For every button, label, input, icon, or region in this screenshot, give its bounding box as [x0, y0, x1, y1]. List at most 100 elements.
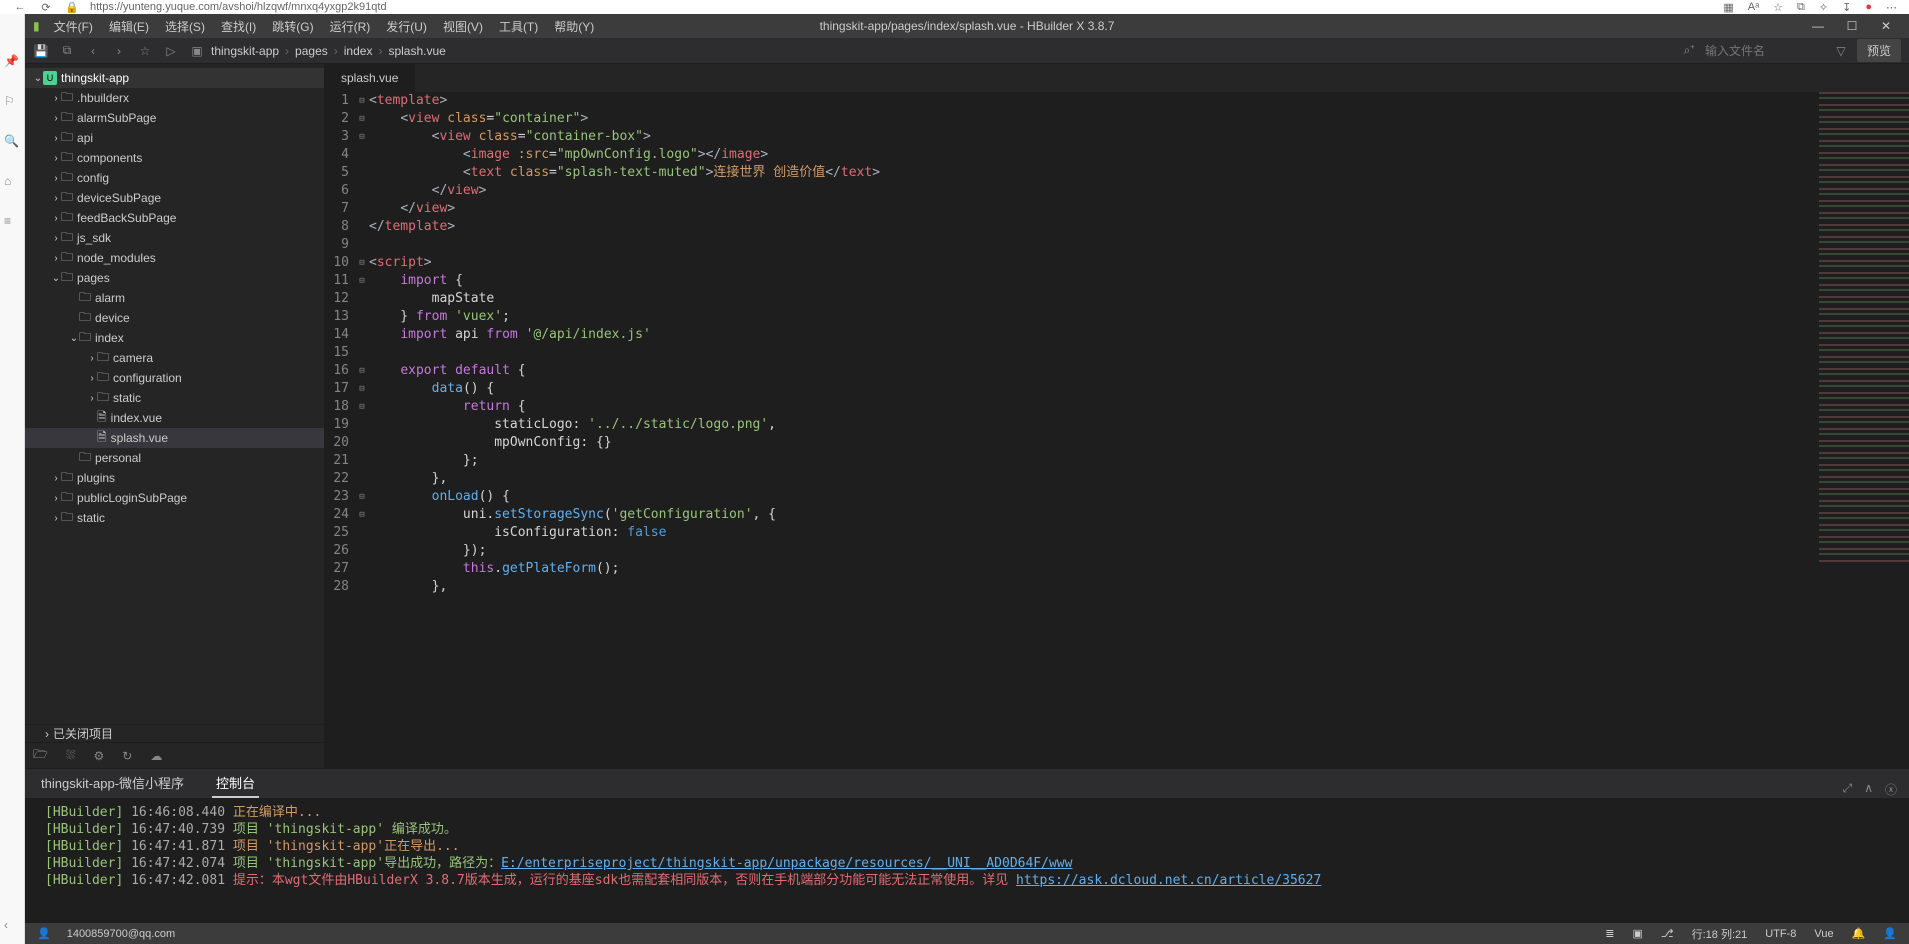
close-button[interactable]: ✕ [1871, 19, 1901, 33]
save-icon[interactable]: 💾 [33, 43, 49, 59]
code-content[interactable]: <template> <view class="container"> <vie… [369, 92, 1909, 768]
nav-forward-icon[interactable]: › [111, 43, 127, 59]
font-icon[interactable]: Aᵃ [1748, 1, 1759, 14]
favorite-icon[interactable]: ☆ [137, 43, 153, 59]
tree-folder[interactable]: ›🗀publicLoginSubPage [25, 488, 324, 508]
editor-tab[interactable]: splash.vue [325, 64, 415, 92]
tree-folder[interactable]: ›🗀feedBackSubPage [25, 208, 324, 228]
tree-folder[interactable]: ›🗀camera [25, 348, 324, 368]
close-panel-icon[interactable]: ⓧ [1885, 781, 1897, 798]
menu-item[interactable]: 视图(V) [437, 16, 489, 37]
tree-folder[interactable]: ›🗀api [25, 128, 324, 148]
collapse-icon[interactable]: ∧ [1864, 781, 1873, 798]
user-icon[interactable]: 👤 [37, 927, 51, 940]
code-editor[interactable]: 1234567891011121314151617181920212223242… [325, 92, 1909, 768]
minimize-button[interactable]: — [1803, 19, 1833, 33]
toolbar: 💾 ⧉ ‹ › ☆ ▷ ▣ thingskit-app› pages› inde… [25, 38, 1909, 64]
breadcrumb-item[interactable]: thingskit-app [211, 44, 279, 58]
console-tab-app[interactable]: thingskit-app-微信小程序 [37, 769, 188, 798]
reload-icon[interactable]: ⟳ [38, 0, 54, 15]
user-status-icon[interactable]: 👤 [1883, 927, 1897, 940]
console-tab-console[interactable]: 控制台 [212, 769, 259, 798]
tab-icon[interactable]: ⧉ [59, 43, 75, 59]
url-text[interactable]: https://yunteng.yuque.com/avshoi/hlzqwf/… [90, 1, 387, 13]
expand-icon[interactable]: ⤢ [1843, 781, 1853, 798]
tree-folder[interactable]: ›🗀js_sdk [25, 228, 324, 248]
tree-folder[interactable]: ›🗀static [25, 508, 324, 528]
tree-folder[interactable]: ›🗀node_modules [25, 248, 324, 268]
menu-item[interactable]: 跳转(G) [266, 16, 319, 37]
tree-folder[interactable]: ›🗀.hbuilderx [25, 88, 324, 108]
console-output[interactable]: [HBuilder] 16:46:08.440 正在编译中...[HBuilde… [25, 798, 1909, 922]
cloud-icon[interactable]: ☁ [150, 749, 162, 763]
user-email[interactable]: 1400859700@qq.com [67, 928, 175, 940]
breadcrumb-item[interactable]: index [344, 44, 373, 58]
bug-icon[interactable]: ⛆ [66, 748, 76, 763]
tree-folder[interactable]: 🗀alarm [25, 288, 324, 308]
tree-folder[interactable]: ›🗀deviceSubPage [25, 188, 324, 208]
menu-item[interactable]: 文件(F) [48, 16, 99, 37]
preview-button[interactable]: 预览 [1857, 39, 1901, 62]
maximize-button[interactable]: ☐ [1837, 19, 1867, 33]
collections-icon[interactable]: ✧ [1819, 1, 1828, 14]
menu-item[interactable]: 选择(S) [159, 16, 211, 37]
list-icon[interactable]: ≡ [4, 214, 20, 230]
menu-item[interactable]: 工具(T) [493, 16, 544, 37]
encoding[interactable]: UTF-8 [1765, 928, 1796, 940]
menu-item[interactable]: 帮助(Y) [548, 16, 600, 37]
minimap[interactable] [1819, 92, 1909, 562]
menu-icon[interactable]: ⋯ [1886, 1, 1897, 14]
debug-icon[interactable]: ⚙ [94, 749, 105, 763]
nav-back-icon[interactable]: ‹ [85, 43, 101, 59]
folder-icon: 🗀 [61, 508, 73, 529]
filter-icon[interactable]: ▽ [1833, 43, 1849, 59]
tree-folder[interactable]: 🗀personal [25, 448, 324, 468]
star-icon[interactable]: ☆ [1773, 1, 1783, 14]
menu-item[interactable]: 发行(U) [380, 16, 433, 37]
flag-icon[interactable]: ⚐ [4, 94, 20, 110]
tree-folder[interactable]: ›🗀configuration [25, 368, 324, 388]
cursor-position[interactable]: 行:18 列:21 [1692, 926, 1748, 942]
tree-file[interactable]: 🗎splash.vue [25, 428, 324, 448]
downloads-icon[interactable]: ↧ [1842, 1, 1851, 14]
menu-item[interactable]: 编辑(E) [103, 16, 155, 37]
tree-root[interactable]: ⌄ U thingskit-app [25, 68, 324, 88]
chevron-left-icon[interactable]: ‹ [4, 918, 20, 934]
folder-icon: 🗀 [61, 468, 73, 489]
search-icon[interactable]: 🔍 [4, 134, 20, 150]
tree-folder[interactable]: ›🗀static [25, 388, 324, 408]
back-icon[interactable]: ← [12, 0, 28, 15]
tree-folder[interactable]: 🗀device [25, 308, 324, 328]
search-file-icon[interactable]: ⌕⁺ [1681, 43, 1697, 59]
breadcrumb-item[interactable]: splash.vue [388, 44, 445, 58]
tree-folder[interactable]: ⌄🗀pages [25, 268, 324, 288]
window-title: thingskit-app/pages/index/splash.vue - H… [820, 19, 1115, 33]
tree-folder[interactable]: ›🗀alarmSubPage [25, 108, 324, 128]
extension-icon[interactable]: ▦ [1723, 1, 1733, 14]
red-dot-icon[interactable]: ● [1865, 1, 1872, 14]
tree-file[interactable]: 🗎index.vue [25, 408, 324, 428]
tree-folder[interactable]: ›🗀plugins [25, 468, 324, 488]
folder-icon[interactable]: 🗁 [33, 745, 48, 766]
home-icon[interactable]: ⌂ [4, 174, 20, 190]
extensions-icon[interactable]: ⧉ [1797, 1, 1805, 14]
file-search-input[interactable] [1705, 44, 1825, 58]
breadcrumb: ▣ thingskit-app› pages› index› splash.vu… [189, 43, 446, 59]
sync-icon[interactable]: ↻ [122, 749, 132, 763]
breadcrumb-item[interactable]: pages [295, 44, 328, 58]
menu-item[interactable]: 查找(I) [215, 16, 262, 37]
run-icon[interactable]: ▷ [163, 43, 179, 59]
bell-icon[interactable]: 🔔 [1852, 927, 1866, 940]
menu-item[interactable]: 运行(R) [324, 16, 377, 37]
file-tree: ⌄ U thingskit-app ›🗀.hbuilderx›🗀alarmSub… [25, 64, 324, 724]
terminal-icon[interactable]: ▣ [1633, 927, 1643, 940]
language[interactable]: Vue [1814, 928, 1833, 940]
tree-folder[interactable]: ›🗀components [25, 148, 324, 168]
tree-folder[interactable]: ›🗀config [25, 168, 324, 188]
indent-icon[interactable]: ≣ [1605, 927, 1614, 940]
git-icon[interactable]: ⎇ [1661, 927, 1674, 940]
line-numbers: 1234567891011121314151617181920212223242… [325, 92, 355, 768]
tree-folder[interactable]: ⌄🗀index [25, 328, 324, 348]
closed-projects[interactable]: › 已关闭项目 [25, 724, 324, 742]
pin-icon[interactable]: 📌 [4, 54, 20, 70]
